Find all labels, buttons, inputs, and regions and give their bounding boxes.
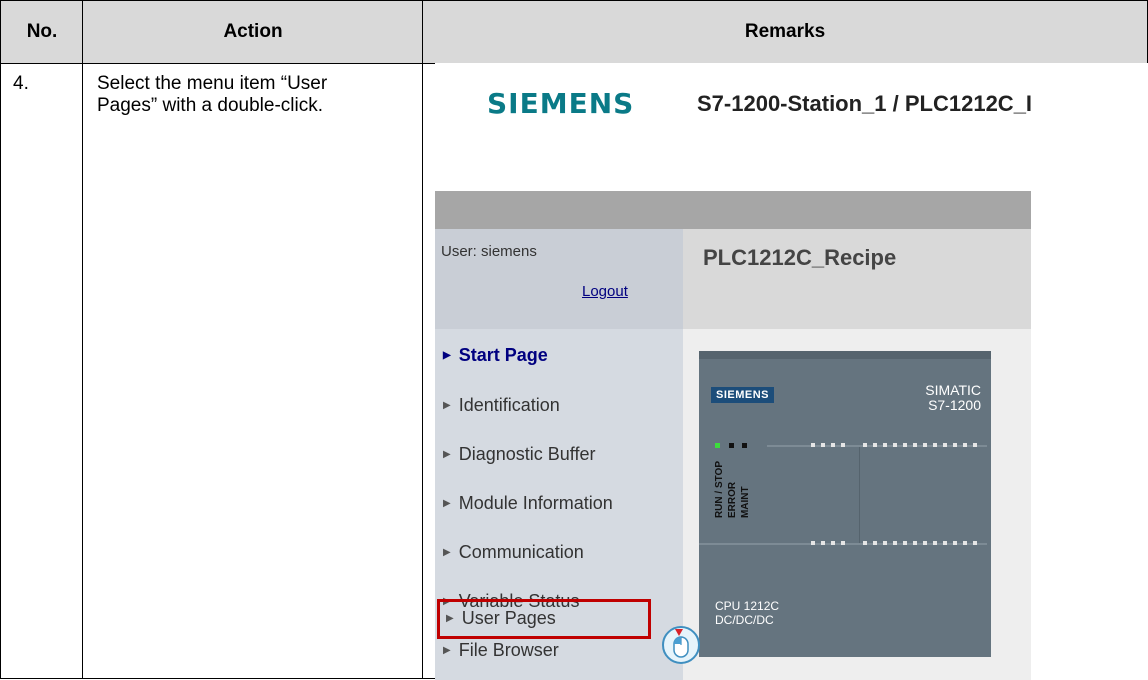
io-dots-right <box>863 443 981 447</box>
cpu-model-line2: DC/DC/DC <box>715 613 774 627</box>
cpu-model: CPU 1212C DC/DC/DC <box>715 599 779 627</box>
header-action: Action <box>83 1 423 64</box>
nav-item-user-pages[interactable]: ▶ User Pages <box>446 608 556 629</box>
cpu-top-edge <box>699 351 991 359</box>
led-labels: RUN / STOP ERROR MAINT <box>713 461 752 518</box>
led-row-top <box>699 443 991 543</box>
nav-item-label: Start Page <box>458 345 548 365</box>
page-title: PLC1212C_Recipe <box>703 245 897 270</box>
action-text-line2: Pages” with a double-click. <box>97 95 323 116</box>
led-row-bottom <box>699 541 991 547</box>
title-panel: PLC1212C_Recipe <box>683 229 1031 329</box>
content-area: SIEMENS SIMATIC S7-1200 RUN / STOP ERROR… <box>683 329 1031 680</box>
siemens-logo: SIEMENS <box>487 87 635 120</box>
triangle-right-icon: ▶ <box>443 498 451 509</box>
io-dots-right <box>863 541 981 545</box>
action-text-line1: Select the menu item “User <box>97 73 328 94</box>
error-led <box>729 443 734 448</box>
led-label-error: ERROR <box>727 481 738 519</box>
user-panel: User: siemens Logout <box>435 229 683 329</box>
nav-item-start-page[interactable]: ▶ Start Page <box>443 345 548 366</box>
webserver-screenshot: SIEMENS S7-1200-Station_1 / PLC1212C_I U… <box>435 63 1148 680</box>
run-led <box>715 443 720 448</box>
cpu-brand: SIMATIC S7-1200 <box>925 383 981 413</box>
nav-item-label: Module Information <box>458 493 613 513</box>
io-dots-left <box>811 443 851 447</box>
cpu-siemens-logo: SIEMENS <box>711 387 775 403</box>
column-divider <box>422 1 423 678</box>
nav-item-label: Communication <box>458 542 584 562</box>
triangle-right-icon: ▶ <box>443 547 451 558</box>
triangle-right-icon: ▶ <box>443 645 451 656</box>
logout-link[interactable]: Logout <box>582 283 628 300</box>
instruction-table: No. Action Remarks 4. Select the menu it… <box>0 0 1148 680</box>
cpu-brand-line2: S7-1200 <box>928 397 981 413</box>
triangle-right-icon: ▶ <box>443 449 451 460</box>
station-title: S7-1200-Station_1 / PLC1212C_I <box>697 91 1033 116</box>
triangle-right-icon: ▶ <box>443 350 451 361</box>
nav-item-module-information[interactable]: ▶ Module Information <box>443 493 613 514</box>
user-label: User: siemens <box>441 243 537 260</box>
io-divider <box>859 447 860 543</box>
triangle-right-icon: ▶ <box>443 400 451 411</box>
step-number: 4. <box>13 73 29 94</box>
nav-item-diagnostic-buffer[interactable]: ▶ Diagnostic Buffer <box>443 444 595 465</box>
cpu-image: SIEMENS SIMATIC S7-1200 RUN / STOP ERROR… <box>699 351 991 657</box>
double-click-mouse-icon <box>662 626 700 664</box>
triangle-right-icon: ▶ <box>446 613 454 624</box>
cpu-model-line1: CPU 1212C <box>715 599 780 613</box>
nav-item-label: Identification <box>458 395 560 415</box>
nav-item-label: File Browser <box>458 640 559 660</box>
column-divider <box>82 1 83 678</box>
led-label-maint: MAINT <box>740 486 751 519</box>
header-no: No. <box>1 1 83 64</box>
nav-item-identification[interactable]: ▶ Identification <box>443 395 560 416</box>
nav-item-label: User Pages <box>461 608 556 628</box>
header-remarks: Remarks <box>423 1 1147 64</box>
top-gray-bar <box>435 191 1031 229</box>
nav-item-label: Diagnostic Buffer <box>458 444 596 464</box>
maint-led <box>742 443 747 448</box>
cpu-brand-line1: SIMATIC <box>925 382 981 398</box>
io-dots-left <box>811 541 851 545</box>
nav-item-file-browser[interactable]: ▶ File Browser <box>443 640 559 661</box>
led-label-run-stop: RUN / STOP <box>714 461 725 519</box>
nav-item-communication[interactable]: ▶ Communication <box>443 542 584 563</box>
user-pages-highlight[interactable]: ▶ User Pages <box>437 599 651 639</box>
